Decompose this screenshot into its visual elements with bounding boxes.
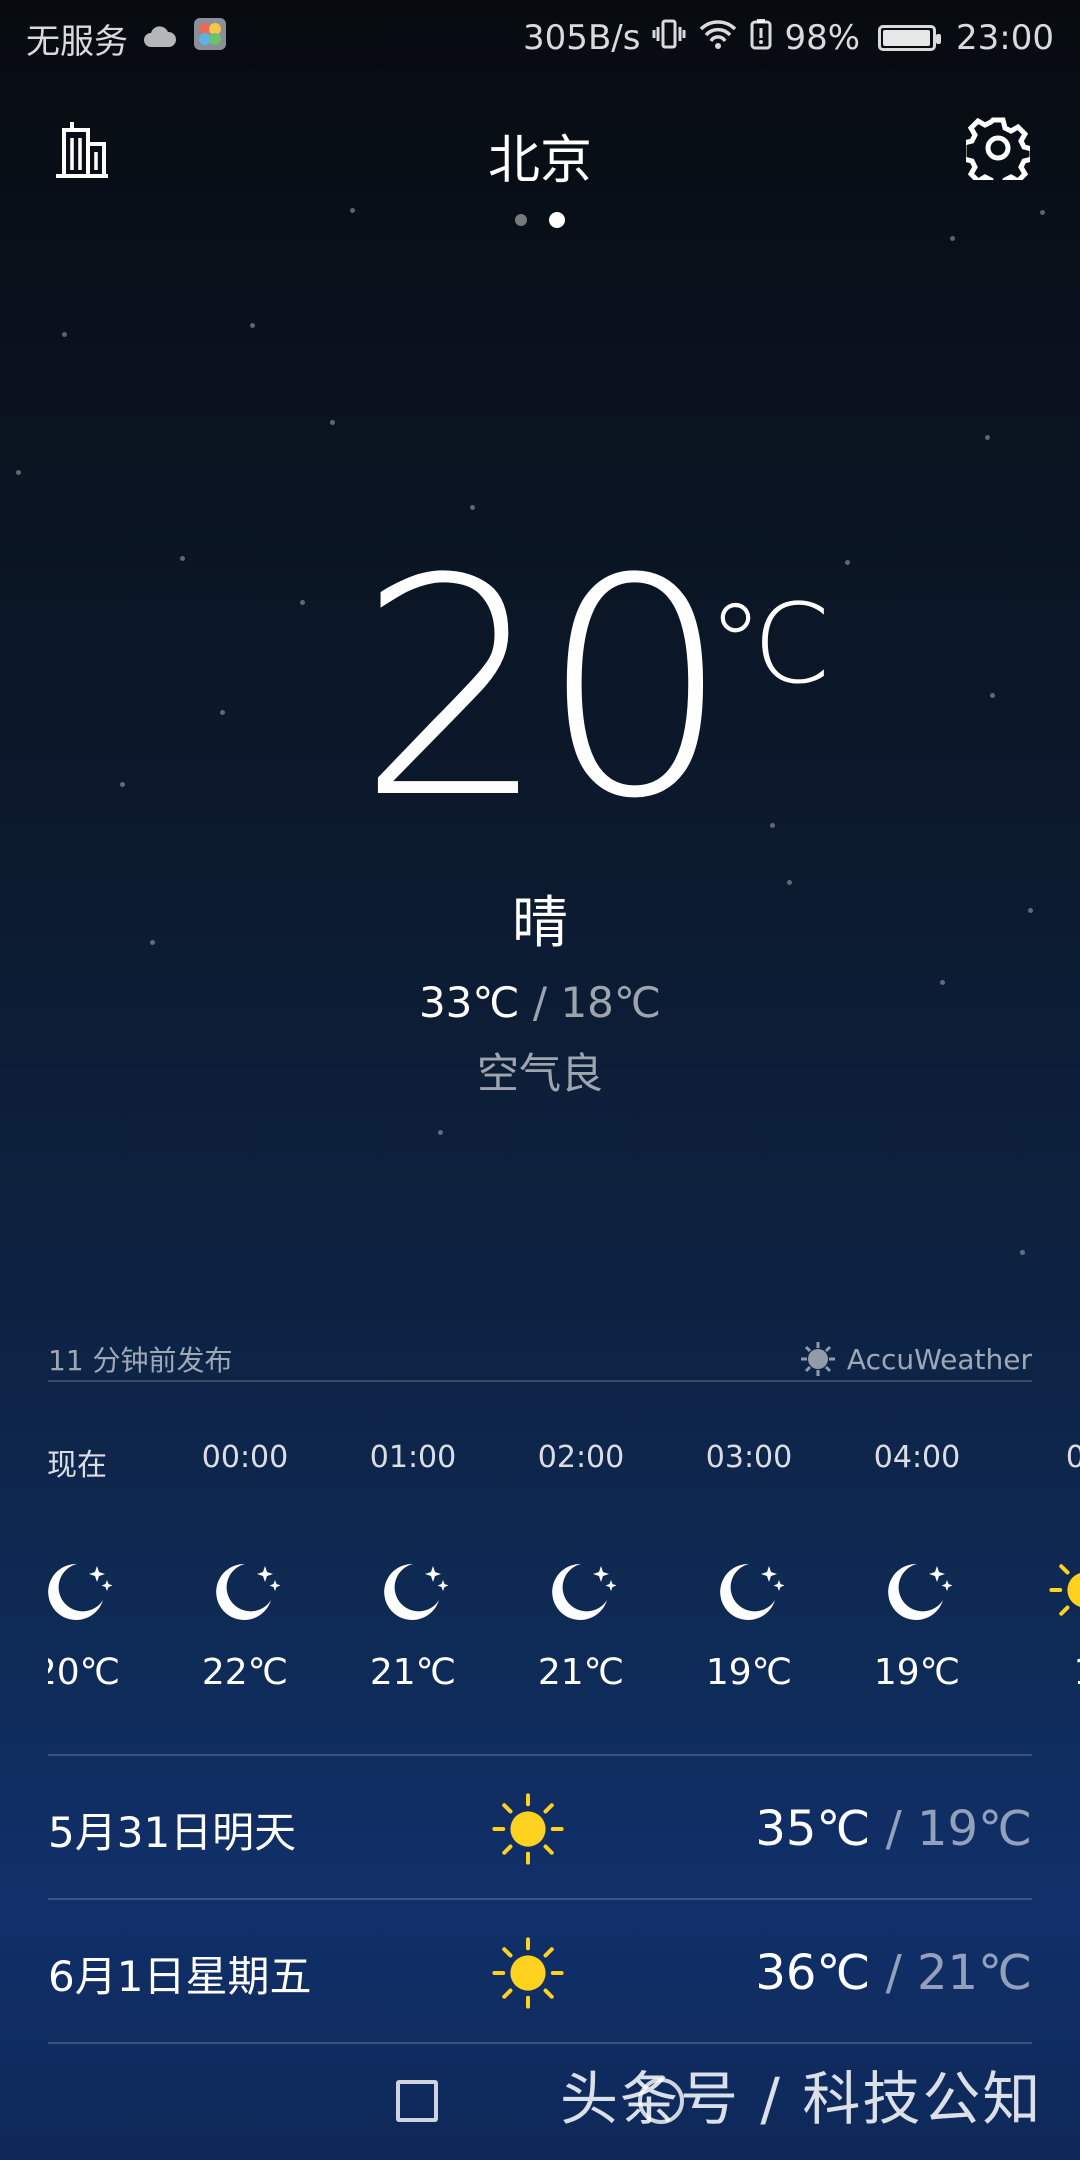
hourly-time: 04:00 <box>873 1440 961 1475</box>
current-temperature: 20 <box>357 515 731 864</box>
wifi-icon <box>698 18 738 59</box>
divider <box>48 1898 1032 1900</box>
watermark: 头条号 / 科技公知 <box>560 2065 1043 2133</box>
cloud-icon <box>142 18 178 58</box>
today-low: 18℃ <box>560 978 662 1027</box>
hourly-time: 02:00 <box>537 1440 625 1475</box>
vibrate-icon <box>652 17 686 60</box>
city-title: 北京 <box>487 131 592 191</box>
battery-percent: 98% <box>784 18 861 58</box>
hourly-time: 05 <box>1065 1440 1080 1475</box>
gear-icon <box>961 117 1035 191</box>
hourly-time: 现在 <box>48 1448 107 1483</box>
publish-time: 11 分钟前发布 <box>48 1344 233 1377</box>
hourly-temp: 21℃ <box>369 1652 457 1693</box>
today-high: 33℃ <box>418 978 520 1027</box>
daily-row[interactable]: 5月31日明天 35℃ / 19℃ <box>48 1758 1032 1900</box>
page-indicator <box>0 212 1080 228</box>
day-high: 35℃ <box>755 1801 871 1857</box>
hourly-item: 02:00 21℃ <box>506 1440 656 1693</box>
hourly-item: 05 1 <box>1010 1440 1080 1693</box>
page-dot[interactable] <box>515 214 527 226</box>
day-label: 6月1日星期五 <box>48 1951 312 2001</box>
hourly-temp: 22℃ <box>201 1652 289 1693</box>
air-quality[interactable]: 空气良 <box>0 1040 1080 1101</box>
network-speed-text: 305B/s <box>523 18 641 58</box>
moon-stars-icon <box>338 1550 488 1630</box>
daily-row[interactable]: 6月1日星期五 36℃ / 21℃ <box>48 1902 1032 2044</box>
recent-apps-button[interactable] <box>396 2080 438 2122</box>
hourly-temp: 21℃ <box>537 1652 625 1693</box>
page-dot-active[interactable] <box>549 212 565 228</box>
sun-icon <box>488 1789 568 1869</box>
sun-icon <box>1010 1550 1080 1630</box>
app-header: 北京 <box>0 104 1080 196</box>
hourly-temp: 19℃ <box>705 1652 793 1693</box>
separator: / <box>532 978 548 1027</box>
carrier-text: 无服务 <box>26 21 128 62</box>
divider <box>48 1380 1032 1382</box>
day-low: 19℃ <box>917 1801 1032 1857</box>
day-temps: 35℃ / 19℃ <box>755 1801 1032 1857</box>
settings-button[interactable] <box>961 116 1035 191</box>
moon-stars-icon <box>674 1550 824 1630</box>
hourly-item: 04:00 19℃ <box>842 1440 992 1693</box>
status-bar: 无服务 305B/s 98% 23:00 <box>0 0 1080 76</box>
battery-alert-icon <box>750 18 772 59</box>
hourly-item: 01:00 21℃ <box>338 1440 488 1693</box>
battery-icon <box>878 25 942 51</box>
hourly-forecast[interactable]: 现在 20℃ 00:00 22℃ 01:00 21℃ 02:00 <box>48 1440 1080 1720</box>
day-high: 36℃ <box>755 1945 871 2001</box>
hourly-time: 00:00 <box>201 1440 289 1475</box>
today-high-low: 33℃ / 18℃ <box>0 978 1080 1027</box>
hourly-item: 00:00 22℃ <box>170 1440 320 1693</box>
clock: 23:00 <box>956 18 1054 58</box>
current-temperature-block: 20 ℃ <box>0 540 1080 840</box>
separator: / <box>885 1945 902 2001</box>
hourly-time: 03:00 <box>705 1440 793 1475</box>
moon-stars-icon <box>842 1550 992 1630</box>
hourly-temp: 20℃ <box>48 1652 121 1693</box>
hourly-item: 03:00 19℃ <box>674 1440 824 1693</box>
moon-stars-icon <box>170 1550 320 1630</box>
separator: / <box>885 1801 902 1857</box>
temperature-unit: ℃ <box>708 580 832 708</box>
divider <box>48 1754 1032 1756</box>
publish-info: 11 分钟前发布 AccuWeather <box>48 1336 1032 1382</box>
hourly-item: 现在 20℃ <box>48 1440 152 1693</box>
hourly-temp: 1 <box>1010 1652 1080 1693</box>
day-label: 5月31日明天 <box>48 1807 297 1857</box>
app-notification-icon <box>192 16 228 61</box>
provider-name: AccuWeather <box>846 1342 1032 1376</box>
hourly-time: 01:00 <box>369 1440 457 1475</box>
day-low: 21℃ <box>917 1945 1032 2001</box>
day-temps: 36℃ / 21℃ <box>755 1945 1032 2001</box>
moon-stars-icon <box>506 1550 656 1630</box>
weather-condition: 晴 <box>512 891 568 956</box>
sun-icon <box>488 1933 568 2013</box>
hourly-temp: 19℃ <box>873 1652 961 1693</box>
provider-link[interactable]: AccuWeather <box>799 1340 1032 1378</box>
moon-stars-icon <box>48 1550 152 1630</box>
accuweather-sun-icon <box>800 1342 835 1376</box>
